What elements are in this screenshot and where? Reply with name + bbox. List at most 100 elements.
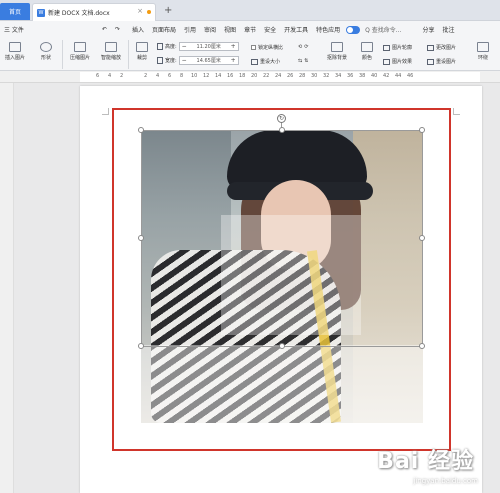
menu-dev-tools[interactable]: 开发工具 [280, 25, 312, 34]
reset-picture-button[interactable]: 重设图片 [427, 58, 456, 65]
new-tab-button[interactable]: + [164, 5, 172, 16]
picture-effect-button[interactable]: 图片效果 [383, 58, 412, 65]
ruler-number: 46 [407, 73, 414, 79]
title-bar: 首页 W 新建 DOCX 文档.docx × + [0, 0, 500, 21]
ruler-number: 6 [96, 73, 100, 79]
reset-size-button[interactable]: 重设大小 [251, 58, 280, 65]
height-value: 11.20厘米 [196, 44, 221, 50]
remove-background-button[interactable]: 抠除背景 [322, 42, 352, 61]
resize-handle-n[interactable] [279, 127, 285, 133]
height-decrease-button[interactable]: − [180, 43, 189, 50]
crop-icon [136, 42, 148, 52]
menu-references[interactable]: 引用 [180, 25, 200, 34]
picture-icon [9, 42, 21, 52]
width-field: 宽度: − 14.65厘米 + [157, 56, 239, 65]
picture-tools-toggle[interactable] [346, 25, 361, 34]
color-icon [361, 42, 373, 52]
baidu-watermark: Bai 经验 [377, 449, 474, 474]
ruler-number: 26 [287, 73, 294, 79]
color-button[interactable]: 颜色 [356, 42, 378, 61]
flip-vertical-icon[interactable]: ⇅ [304, 58, 308, 64]
resize-handle-s[interactable] [279, 343, 285, 349]
remove-background-icon [331, 42, 343, 52]
ruler-number: 2 [144, 73, 148, 79]
wrap-button[interactable]: 环绕 [472, 42, 494, 61]
resize-handle-sw[interactable] [138, 343, 144, 349]
vertical-ruler[interactable] [0, 83, 14, 493]
smart-zoom-button[interactable]: 智能缩放 [97, 42, 125, 61]
insert-picture-button[interactable]: 插入图片 [0, 42, 30, 61]
share-button[interactable]: 分享 [418, 25, 438, 34]
menu-review[interactable]: 审阅 [200, 25, 220, 34]
document-tab[interactable]: W 新建 DOCX 文档.docx × [32, 3, 156, 21]
menu-section[interactable]: 章节 [240, 25, 260, 34]
resize-handle-ne[interactable] [419, 127, 425, 133]
picture-outline-icon [383, 44, 390, 51]
reset-size-icon [251, 58, 258, 65]
ruler-number: 36 [347, 73, 354, 79]
crop-button[interactable]: 裁剪 [132, 42, 152, 61]
flip-tools[interactable]: ⇆ ⇅ [298, 58, 308, 64]
reset-size-label: 重设大小 [260, 59, 281, 65]
menu-security[interactable]: 安全 [260, 25, 280, 34]
rotate-handle-icon[interactable]: ↻ [277, 114, 286, 123]
height-input[interactable]: − 11.20厘米 + [178, 42, 239, 51]
ruler-number: 16 [227, 73, 234, 79]
shape-button[interactable]: 形状 [36, 42, 56, 61]
lock-ratio-checkbox[interactable]: 锁定纵横比 [251, 44, 283, 51]
close-tab-icon[interactable]: × [137, 7, 143, 15]
ruler-number: 38 [359, 73, 366, 79]
rotate-right-icon[interactable]: ⟳ [304, 44, 308, 50]
lock-ratio-check-icon [251, 45, 256, 50]
resize-handle-se[interactable] [419, 343, 425, 349]
ruler-number: 10 [191, 73, 198, 79]
wrap-icon [477, 42, 489, 52]
rotate-left-icon[interactable]: ⟲ [298, 44, 302, 50]
comment-button[interactable]: 批注 [439, 25, 459, 34]
change-picture-label: 更改图片 [436, 45, 457, 51]
picture-outline-button[interactable]: 图片轮廓 [383, 44, 412, 51]
width-increase-button[interactable]: + [229, 57, 238, 64]
rotate-tools[interactable]: ⟲ ⟳ [298, 44, 308, 50]
compress-picture-button[interactable]: 压缩图片 [66, 42, 94, 61]
height-increase-button[interactable]: + [229, 43, 238, 50]
resize-handle-e[interactable] [419, 235, 425, 241]
ruler-number: 44 [395, 73, 402, 79]
command-search[interactable]: Q 查找命令... [362, 25, 404, 34]
resize-handle-nw[interactable] [138, 127, 144, 133]
width-decrease-button[interactable]: − [180, 57, 189, 64]
home-tab[interactable]: 首页 [0, 3, 30, 20]
ribbon: 三 文件 ↶ ↷ 插入 页面布局 引用 审阅 视图 章节 安全 开发工具 特色应… [0, 21, 500, 71]
divider [62, 40, 63, 69]
file-menu[interactable]: 三 文件 [0, 25, 28, 34]
resize-handle-w[interactable] [138, 235, 144, 241]
margin-corner-mark [102, 108, 109, 115]
change-picture-button[interactable]: 更改图片 [427, 44, 456, 51]
width-label: 宽度: [165, 58, 177, 64]
shape-icon [40, 42, 52, 52]
ruler-number: 2 [120, 73, 124, 79]
ruler-number: 40 [371, 73, 378, 79]
menu-view[interactable]: 视图 [220, 25, 240, 34]
crop-label: 裁剪 [136, 55, 147, 61]
shape-label: 形状 [40, 55, 51, 61]
photo-overlay-band [221, 215, 361, 335]
menu-insert[interactable]: 插入 [128, 25, 148, 34]
home-tab-label: 首页 [8, 9, 21, 16]
flip-horizontal-icon[interactable]: ⇆ [298, 58, 302, 64]
menu-page-layout[interactable]: 页面布局 [148, 25, 180, 34]
writer-doc-icon: W [37, 8, 45, 17]
selected-picture[interactable] [141, 130, 423, 423]
menu-special-apps[interactable]: 特色应用 [312, 25, 344, 34]
redo-icon[interactable]: ↷ [111, 26, 124, 33]
height-icon [157, 43, 163, 50]
unsaved-dot-icon [147, 10, 151, 14]
horizontal-ruler[interactable]: 6 4 2 2 4 6 8 10 12 14 16 18 20 22 24 26… [0, 71, 500, 83]
picture-effect-label: 图片效果 [392, 59, 413, 65]
margin-corner-mark [453, 108, 460, 115]
ruler-number: 6 [168, 73, 172, 79]
smart-zoom-icon [105, 42, 117, 52]
undo-icon[interactable]: ↶ [98, 26, 111, 33]
width-input[interactable]: − 14.65厘米 + [178, 56, 239, 65]
compress-icon [74, 42, 86, 52]
